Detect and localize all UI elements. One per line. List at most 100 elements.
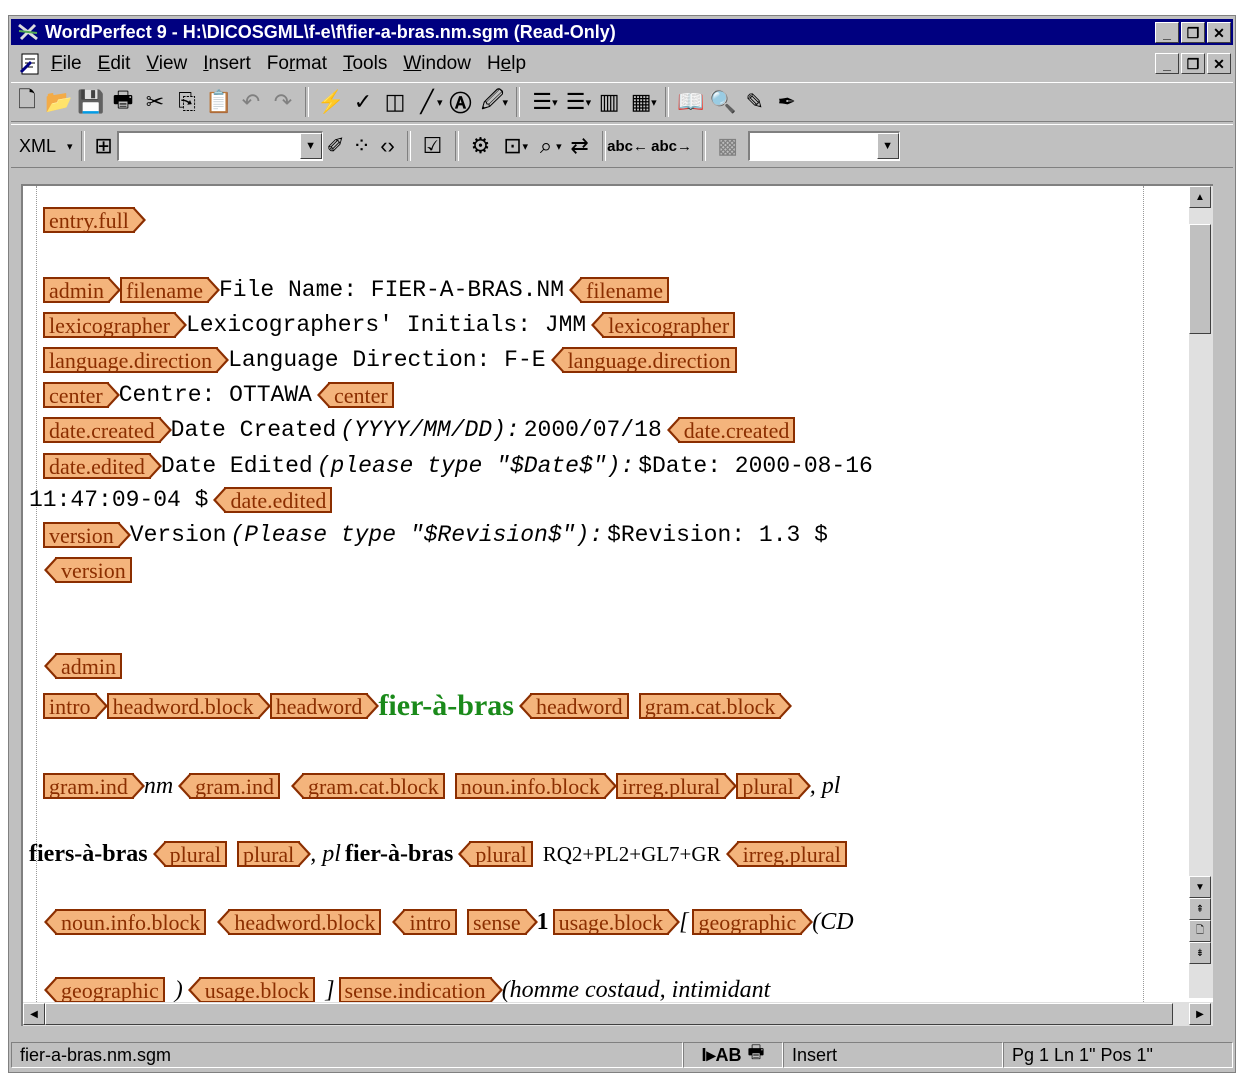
book-icon[interactable]: 📖 (675, 86, 707, 118)
page-icon[interactable]: 🗋 (1189, 920, 1211, 942)
minimize-button[interactable]: _ (1155, 22, 1179, 43)
tag-end[interactable]: irreg.plural (725, 841, 847, 867)
next-page-icon[interactable]: ⇟ (1189, 942, 1211, 964)
tag-start[interactable]: irreg.plural (616, 773, 738, 799)
tag-end[interactable]: date.edited (213, 487, 333, 513)
menu-format[interactable]: Format (267, 53, 327, 75)
compare-icon[interactable]: ⇄ (564, 130, 596, 162)
tag-end[interactable]: plural (152, 841, 227, 867)
tag-start[interactable]: language.direction (43, 347, 230, 373)
hyperlink-icon[interactable]: ⚡ (315, 86, 347, 118)
xml-dropdown[interactable]: ▾ (67, 140, 73, 153)
tag-end[interactable]: admin (44, 653, 122, 679)
menu-file[interactable]: File (51, 53, 82, 75)
copy-icon[interactable]: ⎘ (171, 86, 203, 118)
macro-icon[interactable]: ⚙ (465, 130, 497, 162)
close-button[interactable]: ✕ (1207, 22, 1231, 43)
attribute-combo[interactable]: ▼ (747, 131, 900, 161)
shapes-icon[interactable]: ◫ (379, 86, 411, 118)
status-icons[interactable]: I▸AB 🖶 (683, 1042, 783, 1068)
tag-end[interactable]: date.created (666, 417, 796, 443)
cut-icon[interactable]: ✂ (139, 86, 171, 118)
tag-end[interactable]: language.direction (550, 347, 737, 373)
pen-icon[interactable]: ✒ (771, 86, 803, 118)
tag-start[interactable]: plural (736, 773, 812, 799)
new-icon[interactable]: 🗋 (11, 86, 43, 118)
tag-end[interactable]: filename (569, 277, 669, 303)
tag-end[interactable]: intro (392, 909, 458, 935)
tag-start[interactable]: plural (236, 841, 312, 867)
document-area[interactable]: entry.full admin filename File Name: FIE… (21, 184, 1213, 1026)
scroll-thumb-h[interactable] (45, 1003, 1173, 1025)
zoom-icon[interactable]: 🔍 (707, 86, 739, 118)
tag-start[interactable]: admin (43, 277, 121, 303)
attributes-icon[interactable]: ⁘ (349, 130, 375, 162)
chevron-down-icon[interactable]: ▼ (876, 133, 899, 159)
tag-start[interactable]: date.edited (43, 453, 162, 479)
chevron-down-icon[interactable]: ▼ (299, 133, 322, 159)
edit-tag-icon[interactable]: ✐ (323, 130, 349, 162)
tag-start[interactable]: geographic (692, 909, 813, 935)
tag-start[interactable]: center (43, 382, 120, 408)
tag-start[interactable]: usage.block (552, 909, 681, 935)
scroll-up-icon[interactable]: ▲ (1189, 186, 1211, 208)
tag-start[interactable]: gram.cat.block (638, 693, 793, 719)
tag-start[interactable]: filename (120, 277, 220, 303)
tag-end[interactable]: headword (518, 693, 629, 719)
save-icon[interactable]: 💾 (75, 86, 107, 118)
restore-button[interactable]: ❐ (1181, 22, 1205, 43)
tag-end[interactable]: headword.block (217, 909, 382, 935)
document-icon[interactable] (19, 52, 43, 76)
tree-icon[interactable]: ⊞ (91, 130, 117, 162)
columns-icon[interactable]: ▥ (593, 86, 625, 118)
tag-start[interactable]: sense (467, 909, 538, 935)
tag-end[interactable]: version (44, 557, 132, 583)
status-mode[interactable]: Insert (783, 1042, 1003, 1068)
show-tags-icon[interactable]: ‹› (375, 130, 401, 162)
tag-end[interactable]: gram.cat.block (291, 773, 445, 799)
tag-start[interactable]: gram.ind (43, 773, 145, 799)
tag-start[interactable]: intro (43, 693, 108, 719)
doc-minimize-button[interactable]: _ (1155, 53, 1179, 74)
tag-end[interactable]: noun.info.block (43, 909, 207, 935)
print-icon[interactable]: 🖶 (107, 86, 139, 118)
tag-end[interactable]: lexicographer (591, 312, 736, 338)
tag-start[interactable]: headword.block (106, 693, 271, 719)
redo-icon[interactable]: ↷ (267, 86, 299, 118)
title-bar[interactable]: WordPerfect 9 - H:\DICOSGML\f-e\f\fier-a… (11, 19, 1233, 45)
menu-edit[interactable]: Edit (98, 53, 131, 75)
tag-end[interactable]: usage.block (187, 977, 316, 1003)
element-combo[interactable]: ▼ (116, 131, 323, 161)
status-position[interactable]: Pg 1 Ln 1" Pos 1" (1003, 1042, 1233, 1068)
tag-start[interactable]: lexicographer (43, 312, 187, 338)
horizontal-scrollbar[interactable]: ◀ ▶ (23, 1002, 1213, 1026)
draw-icon[interactable]: ✓ (347, 86, 379, 118)
scroll-down-icon[interactable]: ▼ (1189, 876, 1211, 898)
menu-insert[interactable]: Insert (203, 53, 251, 75)
spellcheck-icon[interactable]: ✎ (739, 86, 771, 118)
tag-start[interactable]: entry.full (43, 207, 146, 233)
prev-page-icon[interactable]: ⇞ (1189, 898, 1211, 920)
undo-icon[interactable]: ↶ (235, 86, 267, 118)
grid-icon[interactable]: ▩ (712, 130, 744, 162)
spell-next-icon[interactable]: abc→ (651, 130, 692, 162)
doc-restore-button[interactable]: ❐ (1181, 53, 1205, 74)
scroll-right-icon[interactable]: ▶ (1189, 1003, 1211, 1025)
tag-end[interactable]: geographic (44, 977, 165, 1003)
doc-close-button[interactable]: ✕ (1207, 53, 1231, 74)
menu-window[interactable]: Window (403, 53, 471, 75)
menu-help[interactable]: Help (487, 53, 526, 75)
tag-end[interactable]: center (317, 382, 394, 408)
textbox-icon[interactable]: Ⓐ (445, 86, 477, 118)
menu-tools[interactable]: Tools (343, 53, 387, 75)
tag-start[interactable]: sense.indication (338, 977, 503, 1003)
scroll-left-icon[interactable]: ◀ (23, 1003, 45, 1025)
tag-start[interactable]: date.created (43, 417, 172, 443)
open-icon[interactable]: 📂 (43, 86, 75, 118)
tag-end[interactable]: gram.ind (178, 773, 280, 799)
tag-start[interactable]: headword (269, 693, 380, 719)
tag-end[interactable]: plural (458, 841, 533, 867)
tag-start[interactable]: version (43, 522, 131, 548)
spell-prev-icon[interactable]: abc← (607, 130, 648, 162)
tag-start[interactable]: noun.info.block (454, 773, 618, 799)
